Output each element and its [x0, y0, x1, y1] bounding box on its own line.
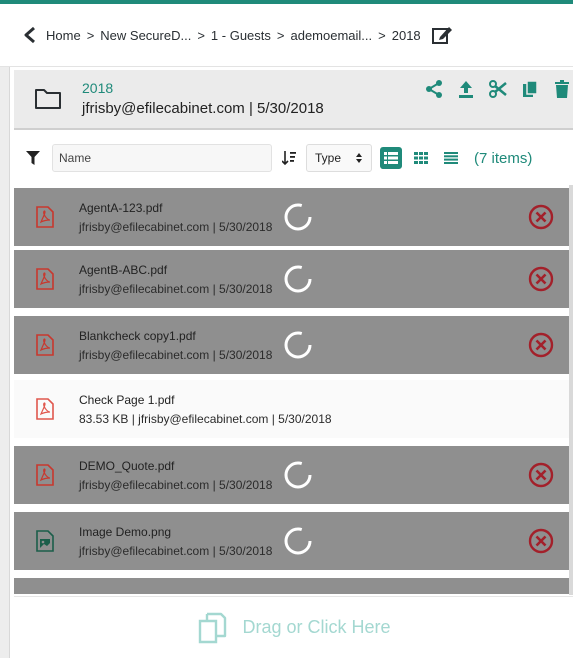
compact-list-icon — [444, 152, 458, 164]
file-meta: jfrisby@efilecabinet.com | 5/30/2018 — [79, 544, 273, 558]
file-name[interactable]: Check Page 1.pdf — [79, 393, 174, 407]
folder-subtitle: jfrisby@efilecabinet.com | 5/30/2018 — [82, 100, 324, 117]
file-meta: jfrisby@efilecabinet.com | 5/30/2018 — [79, 348, 273, 362]
loading-spinner-icon — [284, 461, 312, 489]
back-chevron-icon[interactable] — [22, 26, 38, 44]
file-row[interactable]: Check Page 1.pdf 83.53 KB | jfrisby@efil… — [14, 380, 569, 438]
file-name[interactable]: AgentA-123.pdf — [79, 201, 162, 215]
file-meta: jfrisby@efilecabinet.com | 5/30/2018 — [79, 282, 273, 296]
file-row[interactable]: AgentB-ABC.pdf jfrisby@efilecabinet.com … — [14, 250, 569, 308]
cancel-upload-icon[interactable] — [528, 528, 554, 554]
breadcrumb-item-home[interactable]: Home — [46, 28, 81, 43]
file-meta: 83.53 KB | jfrisby@efilecabinet.com | 5/… — [79, 412, 332, 426]
share-icon[interactable] — [423, 78, 445, 100]
left-scrollbar[interactable] — [0, 67, 10, 658]
list-view-button[interactable] — [380, 147, 402, 169]
breadcrumb-item-secured[interactable]: New SecureD... — [100, 28, 191, 43]
type-select-value: Type — [315, 151, 342, 165]
drop-zone-label: Drag or Click Here — [242, 617, 391, 637]
cut-icon[interactable] — [487, 78, 509, 100]
breadcrumb-separator: > — [276, 27, 285, 43]
breadcrumb-item-guests[interactable]: 1 - Guests — [211, 28, 271, 43]
item-count: (7 items) — [474, 149, 533, 167]
file-name[interactable]: Image Demo.png — [79, 525, 171, 539]
cancel-upload-icon[interactable] — [528, 266, 554, 292]
grid-view-button[interactable] — [410, 147, 432, 169]
file-name[interactable]: DEMO_Quote.pdf — [79, 459, 174, 473]
file-meta: jfrisby@efilecabinet.com | 5/30/2018 — [79, 220, 273, 234]
delete-icon[interactable] — [551, 78, 573, 100]
loading-spinner-icon — [284, 203, 312, 231]
pdf-file-icon — [36, 206, 54, 228]
cancel-upload-icon[interactable] — [528, 462, 554, 488]
filter-icon[interactable] — [26, 151, 40, 165]
folder-icon — [35, 89, 61, 109]
compact-view-button[interactable] — [440, 147, 462, 169]
pdf-file-icon — [36, 334, 54, 356]
right-scrollbar[interactable] — [569, 185, 573, 595]
breadcrumb-separator: > — [86, 27, 95, 43]
pdf-file-icon — [36, 268, 54, 290]
loading-spinner-icon — [284, 265, 312, 293]
upload-drop-zone[interactable]: Drag or Click Here — [14, 596, 573, 658]
folder-name[interactable]: 2018 — [82, 80, 113, 96]
file-row-partial[interactable] — [14, 578, 569, 594]
copy-files-icon — [199, 612, 227, 643]
cancel-upload-icon[interactable] — [528, 332, 554, 358]
type-select[interactable]: Type — [306, 144, 372, 172]
file-list: AgentA-123.pdf jfrisby@efilecabinet.com … — [14, 184, 569, 594]
file-row[interactable]: DEMO_Quote.pdf jfrisby@efilecabinet.com … — [14, 446, 569, 504]
edit-icon[interactable] — [431, 24, 453, 46]
folder-actions — [423, 78, 573, 100]
grid-view-icon — [414, 152, 428, 164]
loading-spinner-icon — [284, 331, 312, 359]
list-toolbar: Type (7 items) — [14, 140, 573, 176]
file-row[interactable]: Blankcheck copy1.pdf jfrisby@efilecabine… — [14, 316, 569, 374]
file-name[interactable]: Blankcheck copy1.pdf — [79, 329, 196, 343]
copy-icon[interactable] — [519, 78, 541, 100]
breadcrumb: Home > New SecureD... > 1 - Guests > ade… — [0, 4, 573, 67]
file-row[interactable]: Image Demo.png jfrisby@efilecabinet.com … — [14, 512, 569, 570]
breadcrumb-item-email[interactable]: ademoemail... — [290, 28, 372, 43]
name-filter-input[interactable] — [52, 144, 272, 172]
breadcrumb-separator: > — [378, 27, 386, 43]
loading-spinner-icon — [284, 527, 312, 555]
sort-icon[interactable] — [282, 150, 296, 166]
folder-header: 2018 jfrisby@efilecabinet.com | 5/30/201… — [14, 70, 573, 130]
image-file-icon — [36, 530, 54, 552]
cancel-upload-icon[interactable] — [528, 204, 554, 230]
list-view-icon — [384, 152, 398, 164]
file-meta: jfrisby@efilecabinet.com | 5/30/2018 — [79, 478, 273, 492]
select-arrows-icon — [356, 153, 362, 163]
pdf-file-icon — [36, 464, 54, 486]
file-row[interactable]: AgentA-123.pdf jfrisby@efilecabinet.com … — [14, 188, 569, 246]
breadcrumb-separator: > — [197, 27, 205, 43]
pdf-file-icon — [36, 398, 54, 420]
upload-icon[interactable] — [455, 78, 477, 100]
breadcrumb-item-2018[interactable]: 2018 — [392, 28, 421, 43]
file-name[interactable]: AgentB-ABC.pdf — [79, 263, 167, 277]
